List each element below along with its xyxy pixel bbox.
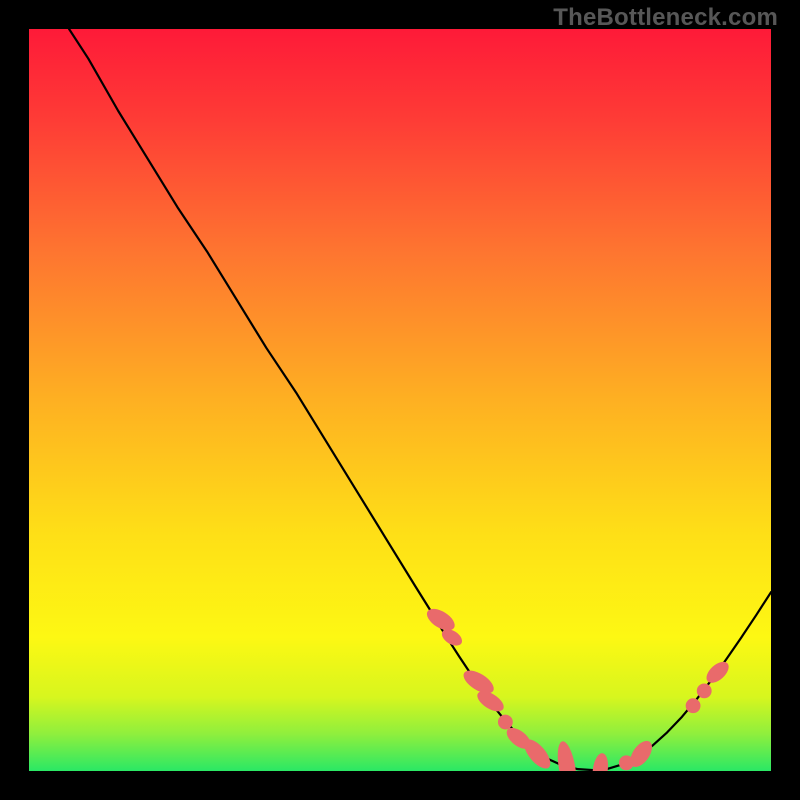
- chart-container: TheBottleneck.com: [0, 0, 800, 800]
- chart-plot-area: [29, 29, 771, 771]
- marker-dot: [498, 715, 513, 730]
- marker-dot: [686, 698, 701, 713]
- chart-svg: [29, 29, 771, 771]
- watermark-text: TheBottleneck.com: [553, 4, 778, 32]
- marker-dot: [697, 683, 712, 698]
